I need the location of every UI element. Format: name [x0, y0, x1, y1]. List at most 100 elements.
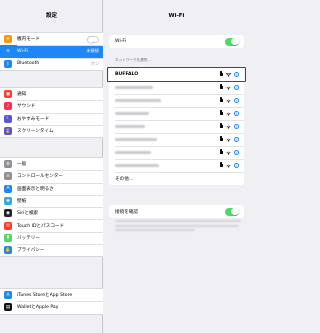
sidebar-item[interactable]: ▣ 通知	[0, 88, 103, 100]
sidebar-item-label: Siriと検索	[17, 211, 39, 217]
sidebar-title: 設定	[45, 13, 57, 19]
bluetooth-icon: ᛒ	[4, 59, 12, 68]
sidebar-item-label: iTunes StoreとApp Store	[17, 293, 73, 299]
network-row[interactable]: i	[109, 94, 244, 107]
sidebar-item[interactable]: A 画面表示と明るさ	[0, 182, 103, 195]
sidebar-item-label: Wi-Fi	[17, 48, 28, 54]
networks-section-header: ネットワークを選択...	[115, 58, 151, 62]
sidebar-item-label: 壁紙	[17, 199, 27, 205]
sidebar-item[interactable]: ≡ コントロールセンター	[0, 170, 103, 182]
info-icon[interactable]: i	[233, 97, 239, 104]
sidebar-item-value: 未接続	[86, 48, 99, 54]
network-row[interactable]: i	[109, 159, 244, 172]
settings-sidebar: 設定 ✈ 機内モード ≋ Wi-Fi 未接続 ᛒ Bluetooth オン ▣ 通知 ♪ サウンド ☾…	[0, 0, 103, 333]
sidebar-group-connectivity: ✈ 機内モード ≋ Wi-Fi 未接続 ᛒ Bluetooth オン	[0, 32, 103, 71]
sidebar-item-label: スクリーンタイム	[17, 129, 54, 135]
sidebar-item-label: Bluetooth	[17, 61, 40, 67]
siri-icon: ◉	[4, 209, 12, 218]
ask-to-join-footnote	[115, 220, 241, 238]
network-row[interactable]: i	[109, 146, 244, 159]
page-title: Wi-Fi	[168, 13, 185, 19]
moon-icon: ☾	[4, 114, 12, 123]
network-row[interactable]: i	[109, 120, 244, 133]
wifi-signal-icon	[226, 112, 231, 116]
other-network-label: その他...	[115, 176, 134, 182]
ask-to-join-group: 接続を確認	[109, 205, 244, 218]
info-icon[interactable]: i	[233, 136, 239, 143]
sidebar-item[interactable]: ◎ Touch IDとパスコード	[0, 219, 103, 231]
network-list: BUFFALO i i i i i i i i その他...	[109, 68, 244, 185]
privacy-icon: ✋	[4, 246, 12, 255]
display-icon: A	[4, 184, 12, 193]
sidebar-item[interactable]: ✈ 機内モード	[0, 33, 103, 45]
wifi-toggle-row[interactable]: Wi-Fi	[109, 35, 244, 48]
control-center-icon: ≡	[4, 172, 12, 181]
sidebar-item-label: プライバシー	[17, 248, 45, 254]
sidebar-item-label: 一般	[17, 162, 27, 168]
network-row[interactable]: i	[109, 107, 244, 120]
fingerprint-icon: ◎	[4, 221, 12, 230]
sidebar-item[interactable]: ❀ 壁紙	[0, 194, 103, 207]
sidebar-item[interactable]: AiTunes StoreとApp Store	[0, 289, 103, 301]
ask-to-join-row[interactable]: 接続を確認	[109, 205, 244, 218]
lock-icon	[219, 97, 223, 102]
info-icon[interactable]: i	[233, 84, 239, 91]
wifi-signal-icon	[226, 99, 231, 103]
ask-to-join-switch[interactable]	[225, 207, 239, 216]
sidebar-item[interactable]: ▮ バッテリー	[0, 231, 103, 244]
app-store-icon: A	[4, 291, 12, 300]
wifi-icon: ≋	[4, 47, 12, 56]
sidebar-item-label: コントロールセンター	[17, 174, 63, 180]
lock-icon	[219, 136, 223, 141]
sound-icon: ♪	[4, 102, 12, 111]
info-icon[interactable]: i	[233, 149, 239, 156]
sidebar-item-label: WalletとApple Pay	[17, 305, 59, 311]
wifi-toggle-label: Wi-Fi	[115, 39, 126, 44]
sidebar-item-label: 通知	[17, 92, 27, 98]
sidebar-item[interactable]: ✋ プライバシー	[0, 244, 103, 256]
sidebar-item[interactable]: ☾ おやすみモード	[0, 112, 103, 125]
lock-icon	[219, 84, 223, 89]
sidebar-item-label: サウンド	[17, 104, 36, 110]
ask-to-join-label: 接続を確認	[115, 209, 138, 215]
wifi-toggle-switch[interactable]	[225, 37, 239, 46]
sidebar-item[interactable]: ♪ サウンド	[0, 100, 103, 112]
wifi-detail-pane: Wi-Fi Wi-Fi ネットワークを選択... BUFFALO i i i i…	[103, 0, 250, 333]
sidebar-item[interactable]: ≋ Wi-Fi 未接続	[0, 45, 103, 58]
sidebar-item-label: Touch IDとパスコード	[17, 223, 65, 229]
sidebar-item-value: オン	[90, 60, 99, 66]
info-icon[interactable]: i	[233, 110, 239, 117]
wallet-icon: ▤	[4, 303, 12, 312]
info-icon[interactable]: i	[233, 123, 239, 130]
wifi-signal-icon	[226, 86, 231, 90]
gear-icon: ⚙	[4, 160, 12, 169]
lock-icon	[219, 123, 223, 128]
wifi-signal-icon	[226, 151, 231, 155]
info-icon[interactable]: i	[233, 162, 239, 169]
wifi-signal-icon	[226, 138, 231, 142]
wifi-signal-icon	[226, 125, 231, 129]
network-name-redacted	[115, 86, 153, 89]
sidebar-group-notifications: ▣ 通知 ♪ サウンド ☾ おやすみモード ⌛ スクリーンタイム	[0, 87, 103, 139]
sidebar-item-label: 機内モード	[17, 37, 40, 43]
airplane-icon: ✈	[4, 35, 12, 44]
sidebar-item[interactable]: ⌛ スクリーンタイム	[0, 124, 103, 137]
sidebar-item-label: おやすみモード	[17, 116, 50, 122]
network-name-redacted	[115, 151, 151, 154]
sidebar-item[interactable]: ◉ Siriと検索	[0, 207, 103, 219]
network-row[interactable]: i	[109, 133, 244, 146]
network-name-redacted	[115, 99, 161, 102]
sidebar-item[interactable]: ▤ WalletとApple Pay	[0, 301, 103, 313]
sidebar-item[interactable]: ᛒ Bluetooth オン	[0, 57, 103, 70]
hourglass-icon: ⌛	[4, 127, 12, 136]
other-network-row[interactable]: その他...	[109, 172, 244, 185]
sidebar-item[interactable]: ⚙ 一般	[0, 158, 103, 170]
sidebar-group-general: ⚙ 一般 ≡ コントロールセンター A 画面表示と明るさ ❀ 壁紙 ◉ Siriと検索 ◎ Touch…	[0, 157, 103, 258]
network-name-redacted	[115, 125, 145, 128]
notifications-icon: ▣	[4, 90, 12, 99]
network-name-redacted	[115, 164, 159, 167]
sidebar-item-label: バッテリー	[17, 235, 40, 241]
airplane-mode-switch[interactable]	[87, 35, 99, 43]
highlight-box	[107, 67, 246, 82]
network-row[interactable]: i	[109, 81, 244, 94]
